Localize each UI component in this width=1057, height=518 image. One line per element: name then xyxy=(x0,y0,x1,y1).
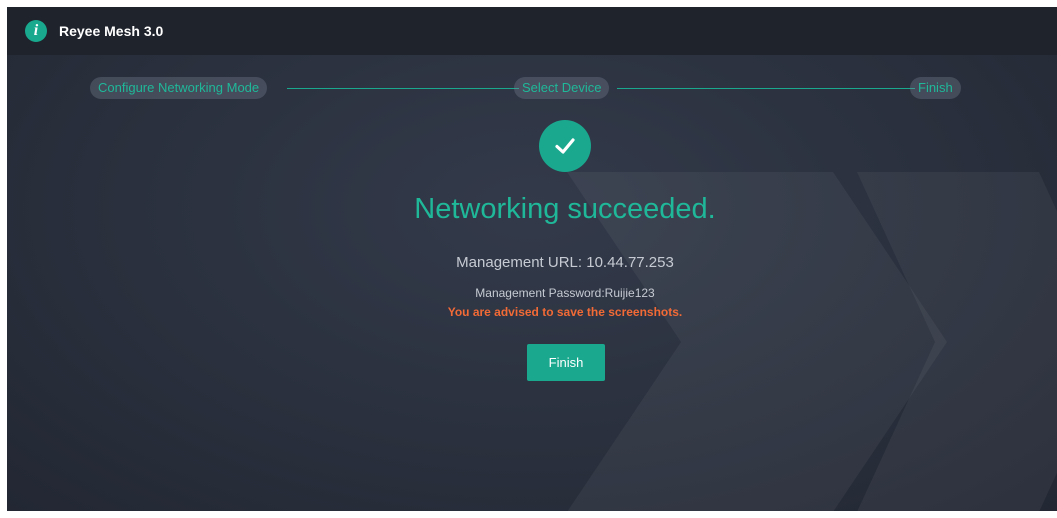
management-url: Management URL: 10.44.77.253 xyxy=(456,254,674,271)
logo-glyph: i xyxy=(33,22,39,39)
app-title: Reyee Mesh 3.0 xyxy=(59,23,164,39)
screenshot-advice: You are advised to save the screenshots. xyxy=(447,305,683,319)
management-password: Management Password:Ruijie123 xyxy=(475,286,655,300)
step-select-device: Select Device xyxy=(514,77,610,99)
step-finish: Finish xyxy=(910,77,961,99)
info-icon: i xyxy=(25,20,47,42)
step-connector xyxy=(287,88,519,89)
step-connector xyxy=(617,88,915,89)
check-icon xyxy=(555,138,575,154)
top-bar: i Reyee Mesh 3.0 xyxy=(7,7,1057,55)
wizard-page: i Reyee Mesh 3.0 Configure Networking Mo… xyxy=(7,7,1057,511)
step-progress: Configure Networking Mode Select Device … xyxy=(7,77,1057,99)
step-configure-networking-mode: Configure Networking Mode xyxy=(90,77,268,99)
success-headline: Networking succeeded. xyxy=(414,193,716,225)
check-circle-icon xyxy=(539,120,591,172)
finish-button[interactable]: Finish xyxy=(527,344,605,381)
